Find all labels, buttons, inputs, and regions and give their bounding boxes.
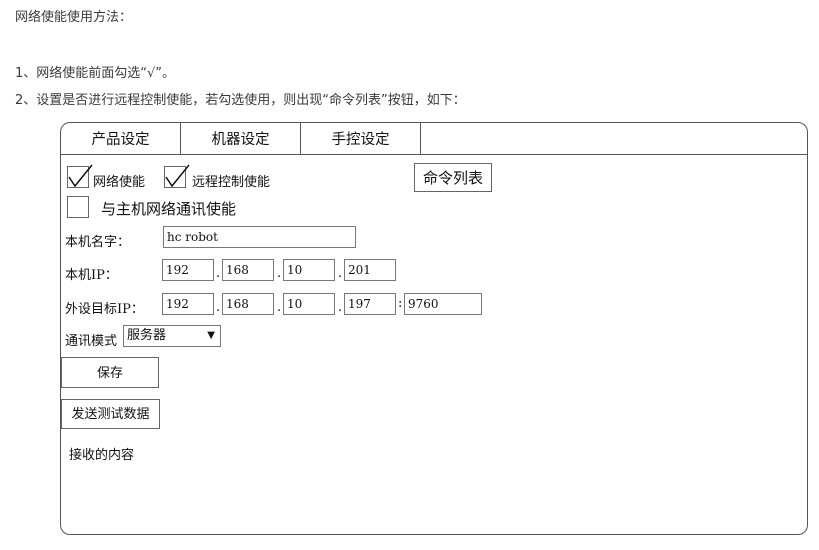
doc-step-1: 1、网络使能前面勾选“√”。: [15, 66, 176, 81]
ext-ip-octet-2[interactable]: 168: [222, 293, 274, 315]
local-ip-octet-4[interactable]: 201: [344, 259, 396, 281]
ip-dot: .: [277, 300, 282, 315]
ext-ip-octet-1[interactable]: 192: [162, 293, 214, 315]
ip-dot: .: [338, 300, 343, 315]
save-button[interactable]: 保存: [61, 357, 159, 388]
ip-dot: .: [277, 266, 282, 281]
local-ip-octet-2[interactable]: 168: [222, 259, 274, 281]
dropdown-arrow-icon: ▼: [207, 330, 215, 341]
tab-divider: [61, 154, 807, 155]
network-settings-panel: 产品设定 机器设定 手控设定 网络使能 远程控制使能 命令列表 与主机网络通讯使…: [60, 122, 808, 535]
ext-ip-octet-3[interactable]: 10: [283, 293, 335, 315]
comm-mode-value: 服务器: [127, 328, 167, 343]
remote-control-checkbox[interactable]: [164, 164, 190, 188]
comm-mode-select[interactable]: 服务器 ▼: [123, 325, 221, 347]
ip-dot: .: [216, 300, 221, 315]
tab-machine-settings[interactable]: 机器设定: [181, 123, 301, 154]
tab-bar: 产品设定 机器设定 手控设定: [61, 123, 421, 154]
ext-ip-label: 外设目标IP：: [65, 302, 144, 317]
tab-manual-settings[interactable]: 手控设定: [301, 123, 421, 154]
local-name-input[interactable]: hc robot: [163, 226, 356, 248]
doc-step-2: 2、设置是否进行远程控制使能，若勾选使用，则出现“命令列表”按钮，如下：: [15, 93, 466, 108]
checkmark-icon: [165, 164, 190, 188]
send-test-data-button[interactable]: 发送测试数据: [61, 399, 160, 429]
network-enable-label: 网络使能: [93, 175, 146, 190]
ext-port-input[interactable]: 9760: [404, 293, 482, 315]
port-colon: :: [398, 296, 403, 311]
host-comm-label: 与主机网络通讯使能: [101, 200, 237, 218]
ext-ip-octet-4[interactable]: 197: [344, 293, 396, 315]
host-comm-checkbox[interactable]: [67, 196, 89, 218]
checkmark-icon: [68, 164, 93, 188]
local-ip-octet-3[interactable]: 10: [283, 259, 335, 281]
receive-content-label: 接收的内容: [69, 448, 135, 463]
command-list-button[interactable]: 命令列表: [414, 163, 492, 192]
local-ip-label: 本机IP：: [65, 268, 118, 283]
tab-product-settings[interactable]: 产品设定: [61, 123, 181, 154]
comm-mode-label: 通讯模式: [65, 334, 118, 349]
local-name-label: 本机名字：: [65, 235, 131, 250]
local-ip-octet-1[interactable]: 192: [162, 259, 214, 281]
ip-dot: .: [338, 266, 343, 281]
doc-heading: 网络使能使用方法：: [15, 10, 133, 25]
network-enable-checkbox[interactable]: [67, 164, 93, 188]
ip-dot: .: [216, 266, 221, 281]
remote-control-label: 远程控制使能: [192, 175, 271, 190]
